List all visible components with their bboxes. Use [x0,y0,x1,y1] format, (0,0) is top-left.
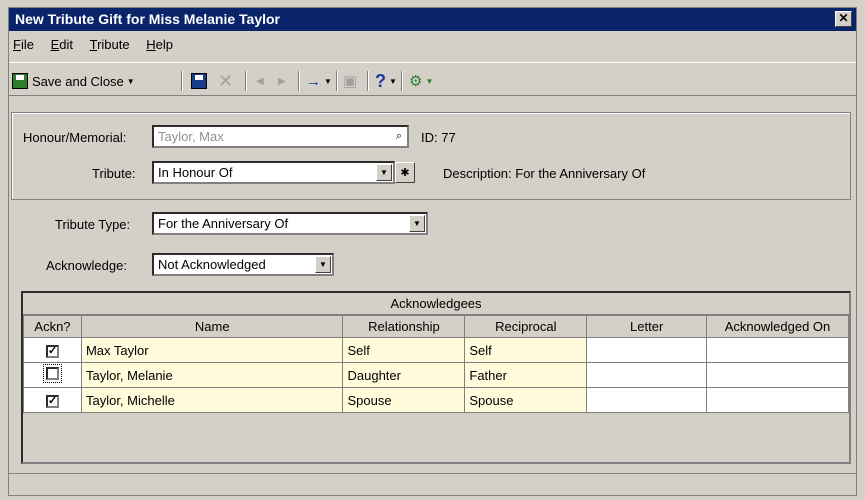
save-and-close-button[interactable]: Save and Close ▼ [12,70,135,92]
separator [367,71,369,91]
separator [181,71,183,91]
next-button[interactable]: ▶ [278,70,286,92]
separator [336,71,338,91]
menu-file[interactable]: File [13,37,34,52]
acknowledge-label: Acknowledge: [46,258,127,273]
dropdown-arrow-icon[interactable]: ▼ [127,77,135,86]
binoculars-icon: ⌕ [395,130,403,142]
menu-edit[interactable]: Edit [51,37,73,52]
column-header-reciprocal[interactable]: Reciprocal [464,315,588,338]
properties-icon: ▣ [343,73,358,90]
acknowledged-on-cell[interactable] [706,362,849,388]
menu-bar: File Edit Tribute Help [9,32,856,58]
relationship-cell[interactable]: Spouse [342,387,466,413]
title-bar: New Tribute Gift for Miss Melanie Taylor… [9,8,856,31]
separator [401,71,403,91]
column-header-relationship[interactable]: Relationship [342,315,466,338]
acknowledged-on-cell[interactable] [706,337,849,363]
name-cell[interactable]: Max Taylor [80,337,344,363]
acknowledgees-table: Ackn? Name Relationship Reciprocal Lette… [23,315,849,413]
column-header-letter[interactable]: Letter [586,315,708,338]
chevron-down-icon[interactable]: ▼ [315,256,331,273]
dropdown-arrow-icon[interactable]: ▼ [324,77,332,86]
menu-help[interactable]: Help [146,37,173,52]
honour-value: Taylor, Max [158,129,224,144]
name-cell[interactable]: Taylor, Michelle [80,387,344,413]
menu-tribute[interactable]: Tribute [90,37,130,52]
tribute-gift-window: New Tribute Gift for Miss Melanie Taylor… [8,7,857,496]
honour-panel [11,112,851,200]
relationship-cell[interactable]: Daughter [342,362,466,388]
tribute-type-value: For the Anniversary Of [158,216,289,231]
honour-field: Taylor, Max [152,125,409,148]
ackn-cell[interactable]: ✓ [23,337,82,363]
tribute-type-combo[interactable]: For the Anniversary Of ▼ [152,212,428,235]
save-icon [191,73,207,89]
ackn-cell[interactable] [23,362,82,388]
status-bar [9,473,856,495]
save-button[interactable] [191,70,207,92]
header-row: Ackn? Name Relationship Reciprocal Lette… [23,315,849,338]
chevron-down-icon[interactable]: ▼ [376,164,392,181]
acknowledgees-grid: Acknowledgees Ackn? Name Relationship Re… [21,291,851,464]
column-header-acknowledged-on[interactable]: Acknowledged On [706,315,849,338]
table-row[interactable]: Taylor, Melanie Daughter Father [23,362,849,388]
table-row[interactable]: ✓ Max Taylor Self Self [23,337,849,363]
description-text: Description: For the Anniversary Of [443,166,646,181]
go-to-button[interactable]: → ▼ [306,70,332,92]
column-header-name[interactable]: Name [80,315,344,338]
reciprocal-cell[interactable]: Father [464,362,588,388]
ackn-checkbox[interactable] [42,364,62,383]
separator [298,71,300,91]
id-text: ID: 77 [421,130,456,145]
reciprocal-cell[interactable]: Self [464,337,588,363]
ackn-checkbox[interactable]: ✓ [45,345,59,358]
table-row[interactable]: ✓ Taylor, Michelle Spouse Spouse [23,387,849,413]
name-cell[interactable]: Taylor, Melanie [80,362,344,388]
tribute-lookup-button[interactable]: ✱ [395,162,415,183]
new-tribute-icon: ✱ [400,167,410,179]
acknowledge-combo[interactable]: Not Acknowledged ▼ [152,253,334,276]
column-header-ackn[interactable]: Ackn? [23,315,82,338]
reciprocal-cell[interactable]: Spouse [464,387,588,413]
chevron-down-icon[interactable]: ▼ [409,215,425,232]
binoculars-search-button[interactable]: ⌕ [389,126,409,147]
delete-button[interactable]: ✕ [218,70,233,92]
acknowledge-value: Not Acknowledged [158,257,266,272]
separator [245,71,247,91]
save-and-close-label: Save and Close [32,73,124,89]
acknowledged-on-cell[interactable] [706,387,849,413]
tribute-type-label: Tribute Type: [55,217,131,232]
dropdown-arrow-icon[interactable]: ▼ [389,77,397,86]
help-button[interactable]: ? ▼ [375,70,397,92]
relationship-cell[interactable]: Self [342,337,466,363]
honour-label: Honour/Memorial: [23,130,127,145]
arrow-right-icon: → [306,72,321,90]
tribute-value: In Honour Of [158,165,233,180]
previous-icon: ◀ [256,75,264,87]
letter-cell[interactable] [586,337,708,363]
window-title: New Tribute Gift for Miss Melanie Taylor [15,11,281,27]
tribute-label: Tribute: [92,166,136,181]
letter-cell[interactable] [586,362,708,388]
save-close-icon [12,73,28,89]
close-button[interactable]: ✕ [835,11,852,27]
tools-icon: ⚙ [409,73,423,90]
grid-title: Acknowledgees [23,293,849,315]
delete-icon: ✕ [218,70,234,91]
ackn-checkbox[interactable]: ✓ [45,395,59,408]
help-icon: ? [375,70,386,91]
previous-button[interactable]: ◀ [256,70,264,92]
toolbar: Save and Close ▼ ✕ ◀ ▶ → ▼ ▣ ? ▼ ⚙ ▼ [9,62,856,96]
properties-button[interactable]: ▣ [343,70,357,92]
next-icon: ▶ [278,75,286,87]
ackn-cell[interactable]: ✓ [23,387,82,413]
dropdown-arrow-icon[interactable]: ▼ [425,77,433,86]
tools-button[interactable]: ⚙ ▼ [409,70,433,92]
tribute-combo[interactable]: In Honour Of ▼ [152,161,395,184]
letter-cell[interactable] [586,387,708,413]
